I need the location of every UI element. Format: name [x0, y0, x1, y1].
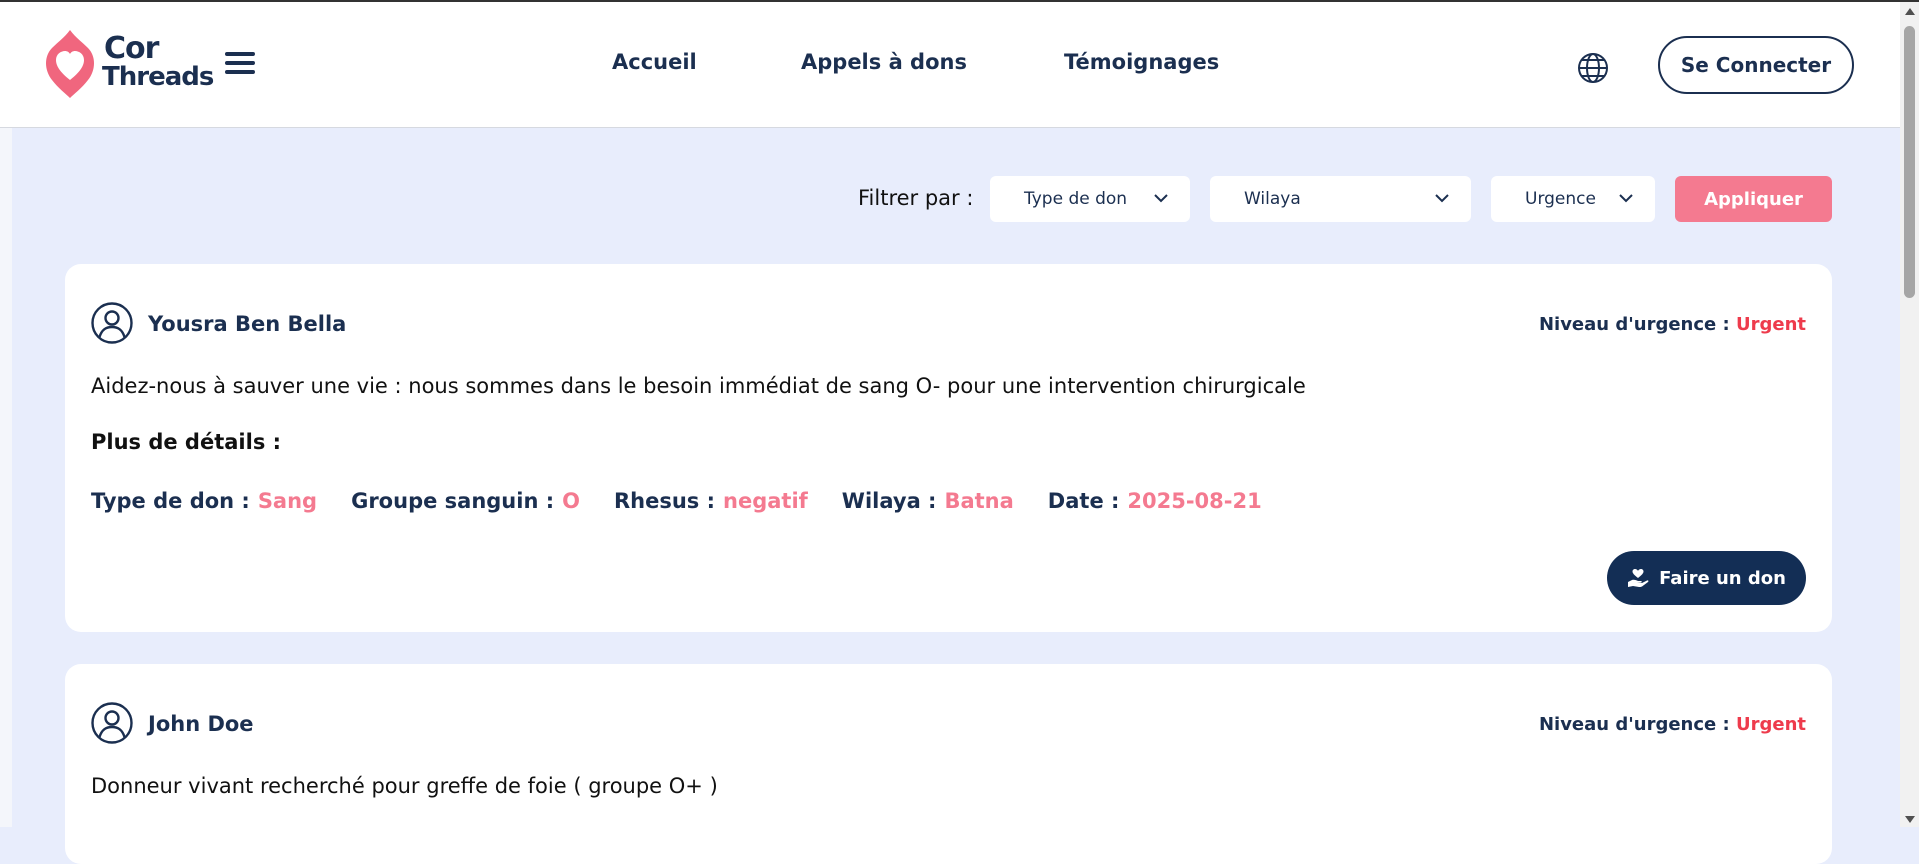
post-description: Donneur vivant recherché pour greffe de …: [91, 774, 718, 798]
urgency-select[interactable]: Urgence: [1491, 176, 1655, 222]
urgency-label: Niveau d'urgence :: [1538, 314, 1730, 335]
menu-icon[interactable]: [225, 52, 255, 76]
nav-link-appels-a-dons[interactable]: Appels à dons: [801, 50, 967, 74]
heart-drop-logo-icon: [46, 30, 94, 98]
apply-filter-button[interactable]: Appliquer: [1675, 176, 1832, 222]
scroll-down-arrow-icon[interactable]: [1905, 816, 1915, 823]
donate-button-label: Faire un don: [1659, 567, 1786, 589]
urgency-value: Urgent: [1735, 714, 1806, 735]
detail-date: Date :2025-08-21: [1047, 489, 1262, 513]
filter-label: Filtrer par :: [858, 186, 974, 210]
scrollbar-thumb[interactable]: [1904, 26, 1915, 298]
hand-heart-icon: [1628, 569, 1649, 587]
brand-name-line1: Cor: [104, 31, 159, 66]
wilaya-select-value: Wilaya: [1244, 189, 1301, 209]
site-logo[interactable]: Cor Threads: [44, 28, 214, 98]
post-author: Yousra Ben Bella: [148, 312, 347, 336]
wilaya-select[interactable]: Wilaya: [1210, 176, 1471, 222]
scroll-up-arrow-icon[interactable]: [1905, 8, 1915, 15]
brand-name-line2: Threads: [102, 62, 214, 92]
detail-rhesus: Rhesus : negatif: [613, 489, 808, 513]
donation-type-select[interactable]: Type de don: [990, 176, 1190, 222]
detail-wilaya: Wilaya : Batna: [841, 489, 1014, 513]
urgency-value: Urgent: [1735, 314, 1806, 335]
donation-request-card: John Doe Niveau d'urgence : Urgent Donne…: [65, 664, 1832, 864]
login-button[interactable]: Se Connecter: [1658, 36, 1854, 94]
donation-request-card: Yousra Ben Bella Niveau d'urgence : Urge…: [65, 264, 1832, 632]
post-description: Aidez-nous à sauver une vie : nous somme…: [91, 374, 1306, 398]
nav-link-temoignages[interactable]: Témoignages: [1064, 50, 1219, 74]
detail-blood-group: Groupe sanguin :O: [351, 489, 580, 513]
chevron-down-icon: [1435, 194, 1449, 203]
user-avatar-icon: [91, 302, 133, 344]
user-avatar-icon: [91, 702, 133, 744]
post-details: Type de don : Sang Groupe sanguin :O Rhes…: [91, 489, 1296, 513]
site-header: Cor Threads Accueil Appels à dons Témoig…: [0, 2, 1900, 128]
chevron-down-icon: [1154, 194, 1168, 203]
urgency-label: Niveau d'urgence :: [1538, 714, 1730, 735]
urgency-select-value: Urgence: [1525, 189, 1596, 209]
globe-icon[interactable]: [1576, 51, 1610, 85]
chevron-down-icon: [1619, 194, 1633, 203]
urgency-level: Niveau d'urgence : Urgent: [1539, 714, 1806, 735]
more-details-heading: Plus de détails :: [91, 430, 282, 454]
donate-button[interactable]: Faire un don: [1607, 551, 1806, 605]
left-gutter: [0, 128, 12, 827]
page-scrollbar[interactable]: [1900, 2, 1919, 827]
post-author: John Doe: [148, 712, 254, 736]
nav-link-accueil[interactable]: Accueil: [612, 50, 697, 74]
donation-type-select-value: Type de don: [1024, 189, 1128, 209]
detail-donation-type: Type de don : Sang: [91, 489, 318, 513]
urgency-level: Niveau d'urgence : Urgent: [1539, 314, 1806, 335]
